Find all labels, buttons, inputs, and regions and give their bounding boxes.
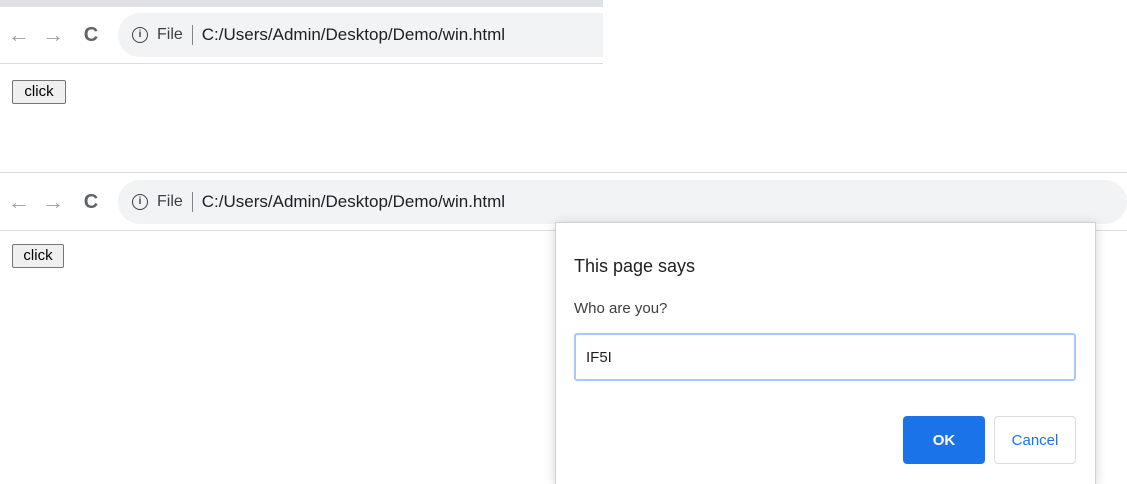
info-icon[interactable]: i [132, 193, 148, 210]
address-bar[interactable]: i File C:/Users/Admin/Desktop/Demo/win.h… [118, 179, 1127, 224]
forward-icon[interactable]: → [40, 189, 66, 215]
click-button[interactable]: click [12, 80, 66, 104]
address-bar[interactable]: i File C:/Users/Admin/Desktop/Demo/win.h… [118, 13, 603, 57]
info-icon[interactable]: i [132, 27, 148, 43]
click-button[interactable]: click [12, 244, 64, 268]
back-icon[interactable]: ← [6, 189, 32, 215]
forward-icon[interactable]: → [40, 22, 66, 48]
scheme-label: File [157, 26, 183, 43]
omnibox-divider [191, 25, 193, 45]
dialog-title: This page says [574, 256, 696, 276]
browser-toolbar: ← → C i File C:/Users/Admin/Desktop/Demo… [0, 7, 603, 64]
reload-icon[interactable]: C [78, 22, 104, 48]
url-text[interactable]: C:/Users/Admin/Desktop/Demo/win.html [202, 192, 505, 212]
url-text[interactable]: C:/Users/Admin/Desktop/Demo/win.html [202, 25, 505, 45]
back-icon[interactable]: ← [6, 22, 32, 48]
cancel-button[interactable]: Cancel [994, 416, 1076, 464]
dialog-message: Who are you? [574, 300, 668, 317]
prompt-dialog: This page says Who are you? OK Cancel [555, 222, 1096, 484]
scheme-label: File [157, 192, 183, 210]
browser-window-before: ← → C i File C:/Users/Admin/Desktop/Demo… [0, 0, 603, 120]
reload-icon[interactable]: C [78, 189, 104, 215]
browser-window-after: ← → C i File C:/Users/Admin/Desktop/Demo… [0, 172, 1127, 484]
ok-button[interactable]: OK [903, 416, 985, 464]
omnibox-divider [191, 191, 193, 212]
prompt-input[interactable] [574, 333, 1076, 381]
tab-strip [0, 0, 603, 7]
